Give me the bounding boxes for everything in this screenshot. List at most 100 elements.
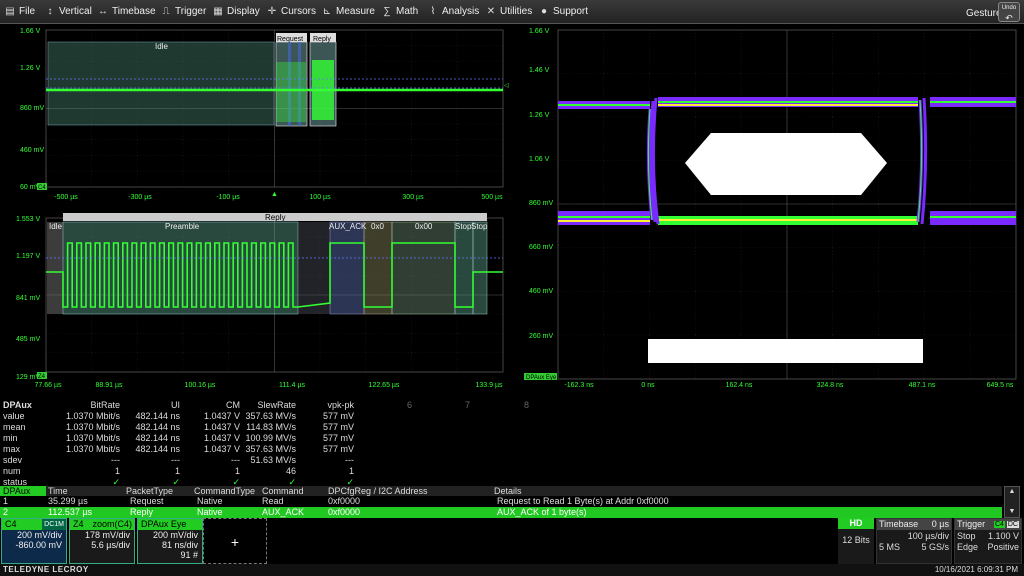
measure-cell: 1.0370 Mbit/s — [65, 444, 120, 454]
y-tick-label: 1.66 V — [529, 28, 550, 35]
descriptor-bar: C4 DC1M 200 mV/div -860.00 mV Z4 zoom(C4) … — [0, 518, 1024, 564]
timebase-descriptor[interactable]: Timebase 0 µs 100 µs/div 5 MS 5 GS/s — [876, 518, 952, 564]
svg-text:▲: ▲ — [271, 191, 278, 198]
channel-z4-descriptor[interactable]: Z4 zoom(C4) 178 mV/div 5.6 µs/div — [69, 518, 135, 564]
x-tick-label: 122.65 µs — [369, 382, 400, 389]
zoom-field-stop-1: Stop — [455, 222, 472, 231]
x-tick-label: -500 µs — [54, 194, 78, 201]
decode-header[interactable]: Time — [48, 486, 68, 496]
y-tick-label: 660 mV — [529, 244, 553, 251]
measure-cell: 1.0370 Mbit/s — [65, 433, 120, 443]
y-tick-label: 485 mV — [16, 336, 40, 343]
decode-header[interactable]: Details — [494, 486, 522, 496]
measure-slot[interactable]: 8 — [497, 400, 529, 411]
zoom-field-0x0: 0x0 — [371, 222, 384, 231]
measure-cell: 46 — [285, 466, 296, 476]
x-tick-label: -162.3 ns — [564, 382, 594, 389]
measure-header[interactable]: UI — [120, 400, 180, 411]
trigger-descriptor[interactable]: Trigger C4 DC Stop 1.100 V Edge Positive — [954, 518, 1022, 564]
packet-label-request: Request — [277, 36, 303, 43]
measure-row-value: value 1.0370 Mbit/s 482.144 ns 1.0437 V 357.… — [3, 411, 354, 421]
x-tick-label: 649.5 ns — [987, 382, 1014, 389]
eye-mask-bottom — [648, 339, 923, 363]
measure-cell: 100.99 MV/s — [245, 433, 296, 443]
measure-row-num: num 1 1 1 46 1 — [3, 466, 354, 476]
decode-header-row: DPAux Time PacketType CommandType Comman… — [0, 486, 1002, 496]
packet-idle-region — [47, 41, 275, 126]
grid-zoom[interactable] — [45, 213, 504, 373]
y-tick-label: 129 mV — [16, 374, 40, 381]
measure-header[interactable]: BitRate — [50, 400, 120, 411]
decode-header[interactable]: CommandType — [194, 486, 255, 496]
measure-cell: --- — [171, 455, 180, 465]
decode-scrollbar[interactable]: ▲ ▼ — [1004, 486, 1020, 518]
channel-c4-descriptor[interactable]: C4 DC1M 200 mV/div -860.00 mV — [1, 518, 67, 564]
grid-top[interactable]: ◁ ▲ — [45, 29, 509, 198]
decode-header[interactable]: DPCfgReg / I2C Address — [328, 486, 428, 496]
measure-cell: 51.63 MV/s — [250, 455, 296, 465]
y-tick-label: 1.553 V — [16, 216, 40, 223]
measure-row-sdev: sdev --- --- --- 51.63 MV/s --- — [3, 455, 354, 465]
y-tick-label: 1.26 V — [20, 65, 41, 72]
x-tick-label: 133.9 µs — [476, 382, 503, 389]
x-tick-label: 100.16 µs — [185, 382, 216, 389]
measure-cell: 577 mV — [322, 411, 354, 421]
scroll-up-icon[interactable]: ▲ — [1005, 487, 1019, 497]
x-tick-label: 487.1 ns — [909, 382, 936, 389]
decode-header[interactable]: PacketType — [126, 486, 173, 496]
zoom-field-aux-ack: AUX_ACK — [329, 222, 367, 231]
measure-cell: 1 — [174, 466, 180, 476]
measure-cell: 482.144 ns — [135, 433, 180, 443]
x-tick-label: 0 ns — [641, 382, 655, 389]
zoom-field-stop-2: Stop — [471, 222, 488, 231]
decode-header[interactable]: Command — [262, 486, 304, 496]
y-tick-label: 860 mV — [20, 105, 44, 112]
eye-mask-hexagon — [685, 133, 887, 195]
date-time: 10/16/2021 6:09:31 PM — [934, 565, 1018, 574]
x-tick-label: 111.4 µs — [279, 382, 305, 389]
svg-text:◁: ◁ — [504, 83, 509, 89]
grid-eye[interactable] — [557, 29, 1017, 380]
measure-header-row: DPAux BitRate UI CM SlewRate vpk-pk 6 7 … — [0, 400, 1024, 411]
decode-row[interactable]: 1 35.299 µs Request Native Read 0xf0000 … — [0, 496, 1002, 507]
add-icon: + — [230, 534, 240, 550]
zoom-channel-tag: Z4 — [38, 374, 46, 380]
measure-cell: 577 mV — [322, 422, 354, 432]
measure-cell: 1.0437 V — [203, 411, 240, 421]
measure-header[interactable]: vpk-pk — [296, 400, 354, 411]
measure-title: DPAux — [3, 400, 32, 410]
hd-indicator[interactable]: HD 12 Bits — [838, 518, 874, 564]
y-tick-label: 860 mV — [529, 200, 553, 207]
measure-cell: --- — [345, 455, 354, 465]
measure-cell: 1 — [348, 466, 354, 476]
x-tick-label: 324.8 ns — [817, 382, 844, 389]
scroll-down-icon[interactable]: ▼ — [1005, 507, 1019, 517]
add-trace-button[interactable]: + — [203, 518, 267, 564]
zoom-top-label: Reply — [265, 213, 285, 222]
measure-header[interactable]: SlewRate — [240, 400, 296, 411]
zoom-field-idle: Idle — [49, 222, 62, 231]
measure-cell: 357.63 MV/s — [245, 444, 296, 454]
measure-header[interactable]: CM — [180, 400, 240, 411]
measure-slot[interactable]: 6 — [380, 400, 412, 411]
x-tick-label: -300 µs — [128, 194, 152, 201]
y-tick-label: 1.26 V — [529, 112, 550, 119]
zoom-preamble-region — [62, 221, 299, 315]
measure-cell: 1.0370 Mbit/s — [65, 411, 120, 421]
decode-header[interactable]: DPAux — [0, 486, 46, 496]
measure-slot[interactable]: 7 — [438, 400, 470, 411]
decode-row-selected[interactable]: 2 112.537 µs Reply Native AUX_ACK 0xf000… — [0, 507, 1002, 518]
x-tick-label: 500 µs — [481, 194, 503, 201]
measure-cell: 1.0370 Mbit/s — [65, 422, 120, 432]
y-tick-label: 1.46 V — [529, 67, 550, 74]
y-tick-label: 260 mV — [529, 333, 553, 340]
decode-table: DPAux Time PacketType CommandType Comman… — [0, 486, 1024, 518]
eye-channel-tag: DPAux Eye — [526, 375, 557, 381]
dpaux-eye-descriptor[interactable]: DPAux Eye 200 mV/div 81 ns/div 91 # — [137, 518, 203, 564]
zoom-field-0x00: 0x00 — [415, 222, 433, 231]
waveform-display: ◁ ▲ 1.66 V1.26 V860 mV460 mV60 mV-500 µs… — [16, 28, 1017, 389]
zoom-field-preamble: Preamble — [165, 222, 200, 231]
measure-cell: 357.63 MV/s — [245, 411, 296, 421]
measure-cell: --- — [111, 455, 120, 465]
y-tick-label: 460 mV — [529, 288, 553, 295]
